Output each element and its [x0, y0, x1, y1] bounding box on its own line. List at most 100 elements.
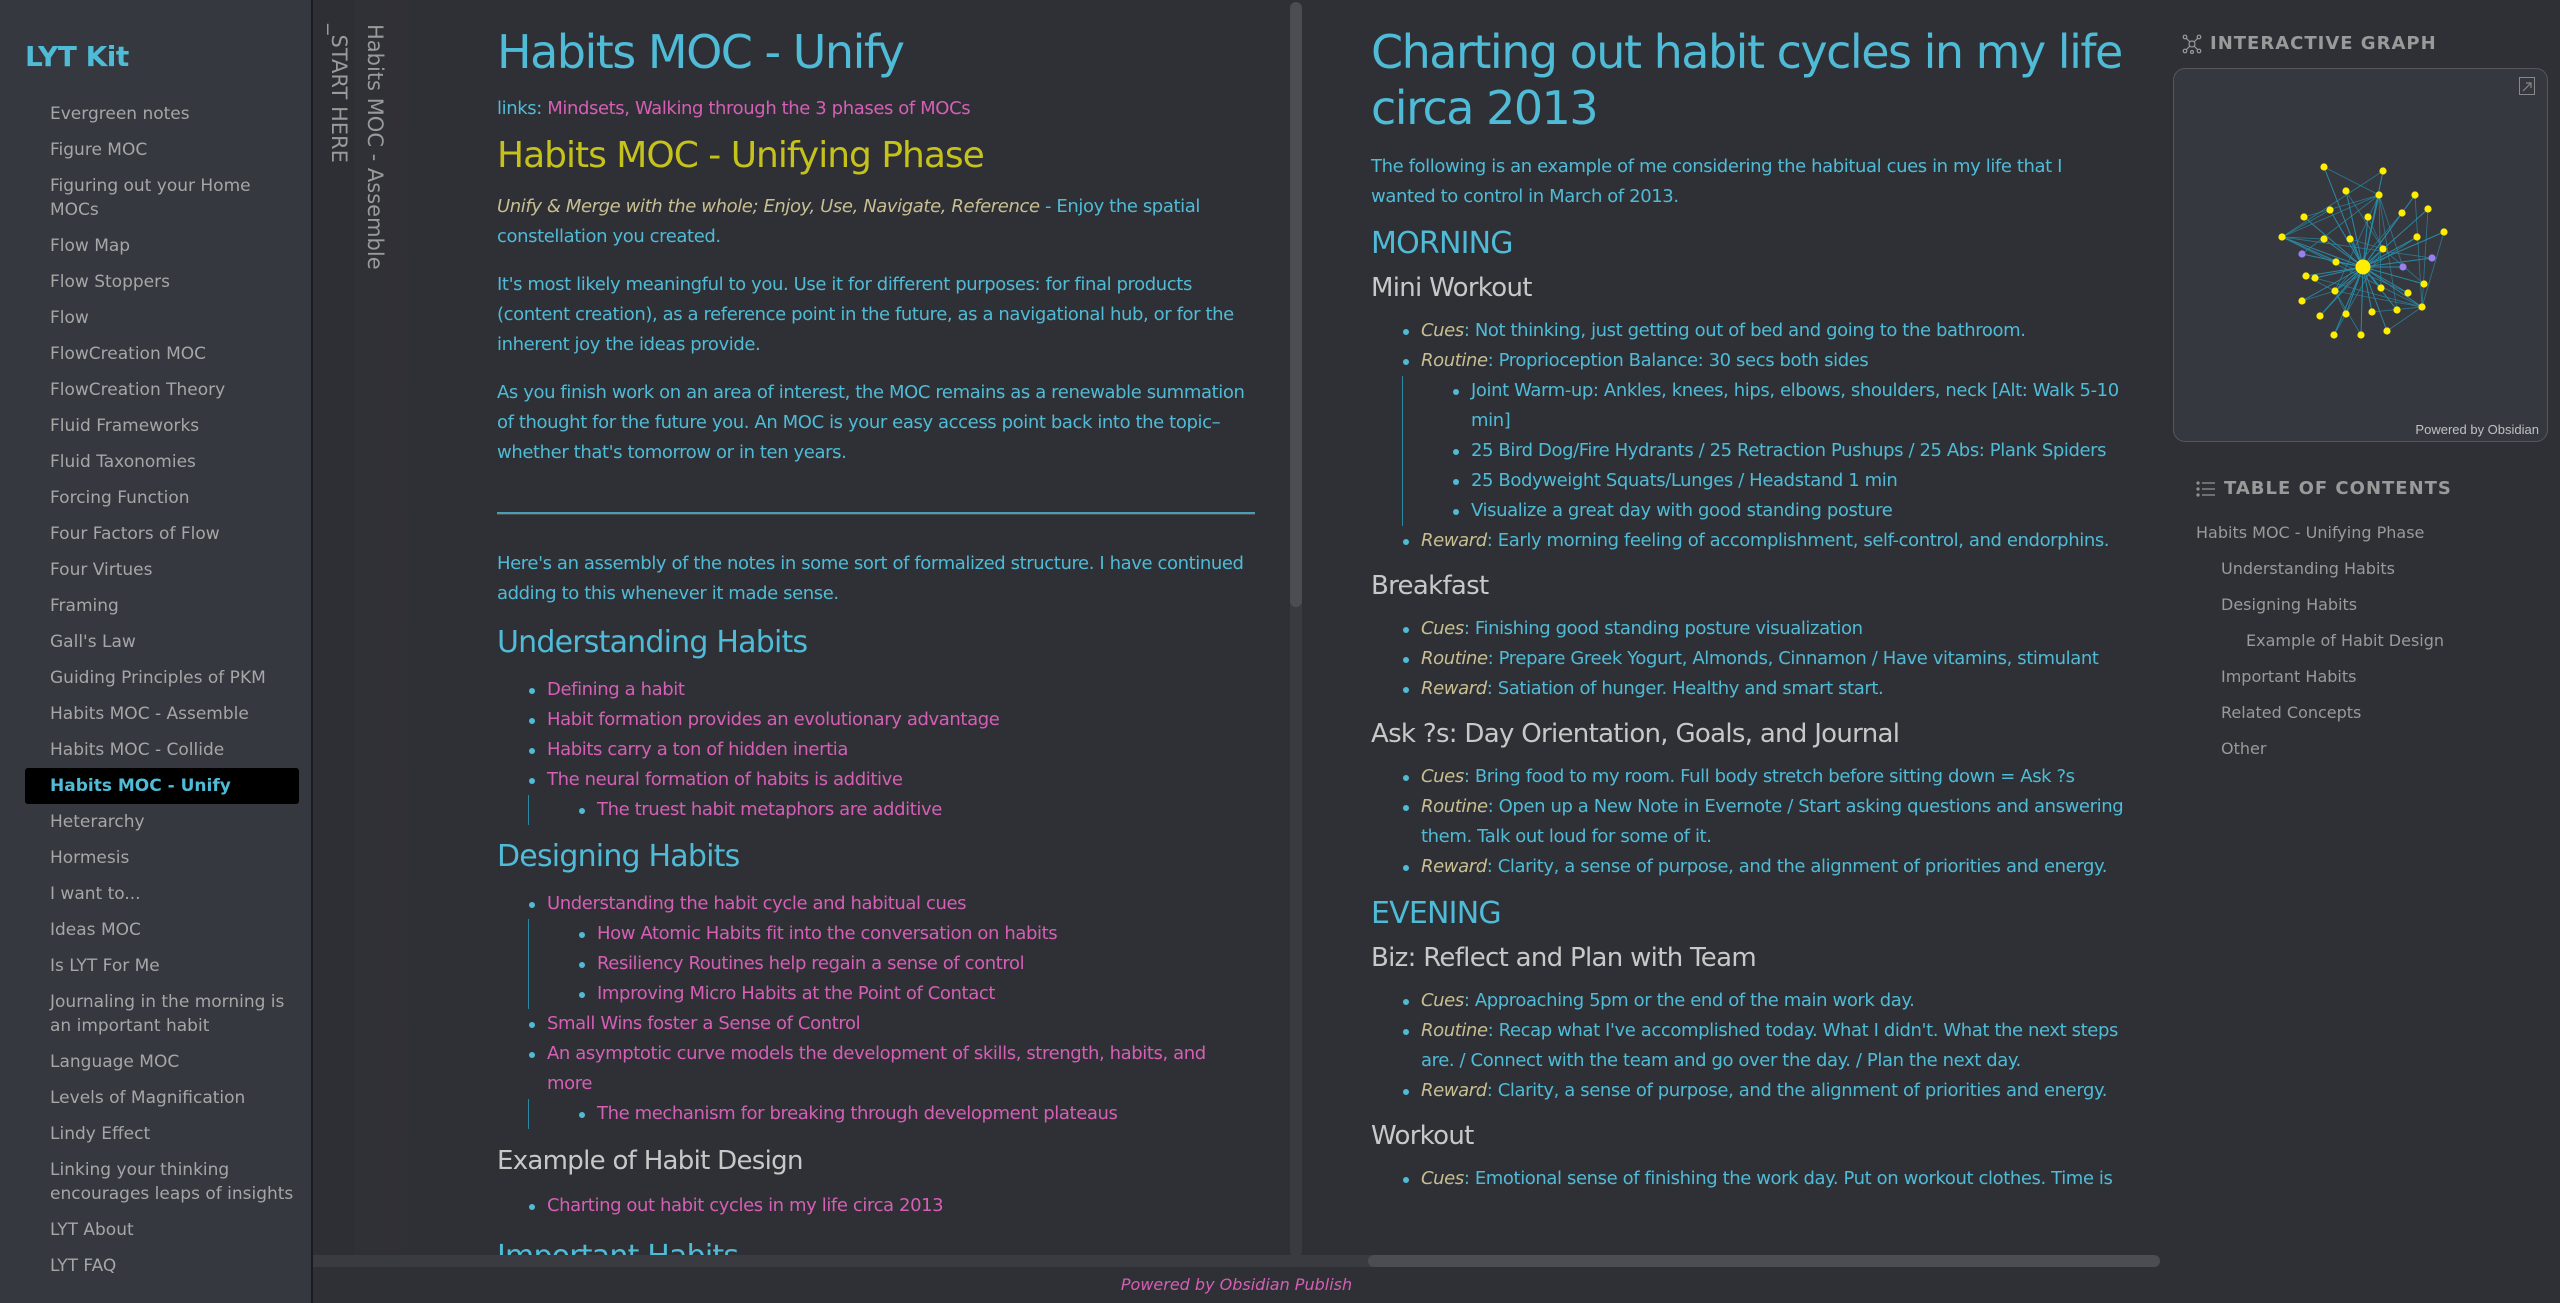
graph-node[interactable]	[2316, 312, 2324, 320]
sidebar-item[interactable]: Guiding Principles of PKM	[25, 660, 299, 696]
sidebar-item[interactable]: Fluid Frameworks	[25, 408, 299, 444]
graph-node[interactable]	[2342, 310, 2350, 318]
graph-node[interactable]	[2320, 235, 2328, 243]
sidebar-item[interactable]: LYT FAQ	[25, 1248, 299, 1284]
horizontal-scrollbar-track[interactable]	[313, 1255, 1373, 1267]
list-item[interactable]: Habit formation provides an evolutionary…	[497, 705, 1255, 735]
sidebar-item[interactable]: Forcing Function	[25, 480, 299, 516]
graph-node[interactable]	[2377, 284, 2385, 292]
sidebar-item[interactable]: Figuring out your Home MOCs	[25, 168, 299, 228]
graph-node[interactable]	[2357, 331, 2365, 339]
list-item[interactable]: The mechanism for breaking through devel…	[497, 1099, 1255, 1129]
graph-node[interactable]	[2393, 306, 2401, 314]
toc-item[interactable]: Designing Habits	[2196, 587, 2536, 623]
graph-node[interactable]	[2420, 280, 2428, 288]
graph-node[interactable]	[2413, 233, 2421, 241]
pane-spine-start-here[interactable]: _START HERE	[315, 0, 355, 1258]
list-item[interactable]: Understanding the habit cycle and habitu…	[497, 889, 1255, 919]
sidebar-item[interactable]: FlowCreation Theory	[25, 372, 299, 408]
list-item[interactable]: Improving Micro Habits at the Point of C…	[497, 979, 1255, 1009]
sidebar-item[interactable]: I want to...	[25, 876, 299, 912]
graph-node[interactable]	[2330, 331, 2338, 339]
list-item[interactable]: Defining a habit	[497, 675, 1255, 705]
sidebar-item[interactable]: Lindy Effect	[25, 1116, 299, 1152]
sidebar-item[interactable]: FlowCreation MOC	[25, 336, 299, 372]
graph-node[interactable]	[2278, 233, 2286, 241]
sidebar-item[interactable]: Habits MOC - Assemble	[25, 696, 299, 732]
list-item[interactable]: The truest habit metaphors are additive	[497, 795, 1255, 825]
sidebar-item[interactable]: Four Factors of Flow	[25, 516, 299, 552]
sidebar-item[interactable]: Fluid Taxonomies	[25, 444, 299, 480]
graph-node[interactable]	[2298, 297, 2306, 305]
list-item[interactable]: The neural formation of habits is additi…	[497, 765, 1255, 795]
graph-node[interactable]	[2342, 187, 2350, 195]
powered-by-publish-link[interactable]: Powered by Obsidian Publish	[1121, 1275, 1352, 1294]
graph-node[interactable]	[2302, 272, 2310, 280]
list-item[interactable]: Habits carry a ton of hidden inertia	[497, 735, 1255, 765]
graph-node[interactable]	[2379, 167, 2387, 175]
graph-node[interactable]	[2440, 228, 2448, 236]
list-item[interactable]: Resiliency Routines help regain a sense …	[497, 949, 1255, 979]
graph-node[interactable]	[2368, 308, 2376, 316]
sidebar-item[interactable]: Flow Stoppers	[25, 264, 299, 300]
list-item[interactable]: Small Wins foster a Sense of Control	[497, 1009, 1255, 1039]
graph-node[interactable]	[2398, 209, 2406, 217]
graph-node[interactable]	[2364, 213, 2372, 221]
powered-by-obsidian[interactable]: Powered by Obsidian	[2415, 422, 2539, 437]
sidebar-item[interactable]: Habits MOC - Collide	[25, 732, 299, 768]
graph-node[interactable]	[2320, 163, 2328, 171]
sidebar-item[interactable]: Flow Map	[25, 228, 299, 264]
graph-node[interactable]	[2418, 303, 2426, 311]
sidebar-item[interactable]: Evergreen notes	[25, 96, 299, 132]
graph-node[interactable]	[2298, 250, 2306, 258]
graph-node[interactable]	[2424, 205, 2432, 213]
graph-node[interactable]	[2379, 245, 2387, 253]
graph-node[interactable]	[2428, 254, 2436, 262]
sidebar-item[interactable]: Gall's Law	[25, 624, 299, 660]
toc-item[interactable]: Important Habits	[2196, 659, 2536, 695]
graph-node[interactable]	[2399, 263, 2407, 271]
sidebar-item[interactable]: Journaling in the morning is an importan…	[25, 984, 299, 1044]
graph-node[interactable]	[2300, 213, 2308, 221]
sidebar-item[interactable]: Framing	[25, 588, 299, 624]
graph-canvas[interactable]	[2174, 69, 2549, 443]
sidebar-item[interactable]: Figure MOC	[25, 132, 299, 168]
horizontal-scrollbar-thumb[interactable]	[1368, 1255, 2160, 1267]
graph-node[interactable]	[2375, 191, 2383, 199]
toc-item[interactable]: Example of Habit Design	[2196, 623, 2536, 659]
sidebar-item[interactable]: LYT About	[25, 1212, 299, 1248]
graph-node[interactable]	[2346, 235, 2354, 243]
expand-graph-icon[interactable]	[2519, 77, 2535, 95]
pane-spine-habits-moc-assemble[interactable]: Habits MOC - Assemble	[355, 0, 427, 1258]
toc-item[interactable]: Other	[2196, 731, 2536, 767]
sidebar-item[interactable]: Heterarchy	[25, 804, 299, 840]
list-item[interactable]: Charting out habit cycles in my life cir…	[497, 1191, 1255, 1221]
graph-node[interactable]	[2332, 258, 2340, 266]
link-walking-through-phases[interactable]: Walking through the 3 phases of MOCs	[635, 98, 971, 119]
pane1-scrollbar-thumb[interactable]	[1290, 2, 1302, 607]
sidebar-item[interactable]: Levels of Magnification	[25, 1080, 299, 1116]
sidebar-item[interactable]: Linking your thinking encourages leaps o…	[25, 1152, 299, 1212]
sidebar-item[interactable]: Flow	[25, 300, 299, 336]
sidebar-item[interactable]: Is LYT For Me	[25, 948, 299, 984]
graph-node[interactable]	[2331, 287, 2339, 295]
sidebar-item[interactable]: Habits MOC - Unify	[25, 768, 299, 804]
sidebar-item[interactable]: Language MOC	[25, 1044, 299, 1080]
list-item[interactable]: An asymptotic curve models the developme…	[497, 1039, 1255, 1099]
pane1-scrollbar[interactable]	[1290, 2, 1302, 1258]
graph-node[interactable]	[2411, 191, 2419, 199]
sidebar-item[interactable]: Four Virtues	[25, 552, 299, 588]
graph-node[interactable]	[2326, 206, 2334, 214]
link-mindsets[interactable]: Mindsets	[547, 98, 624, 119]
sidebar-item[interactable]: Hormesis	[25, 840, 299, 876]
list-item[interactable]: How Atomic Habits fit into the conversat…	[497, 919, 1255, 949]
interactive-graph[interactable]: Powered by Obsidian	[2173, 68, 2548, 442]
toc-item[interactable]: Habits MOC - Unifying Phase	[2196, 515, 2536, 551]
graph-node-current[interactable]	[2355, 259, 2371, 275]
toc-item[interactable]: Related Concepts	[2196, 695, 2536, 731]
graph-node[interactable]	[2404, 289, 2412, 297]
toc-item[interactable]: Understanding Habits	[2196, 551, 2536, 587]
graph-node[interactable]	[2383, 327, 2391, 335]
graph-node[interactable]	[2311, 274, 2319, 282]
sidebar-item[interactable]: Ideas MOC	[25, 912, 299, 948]
